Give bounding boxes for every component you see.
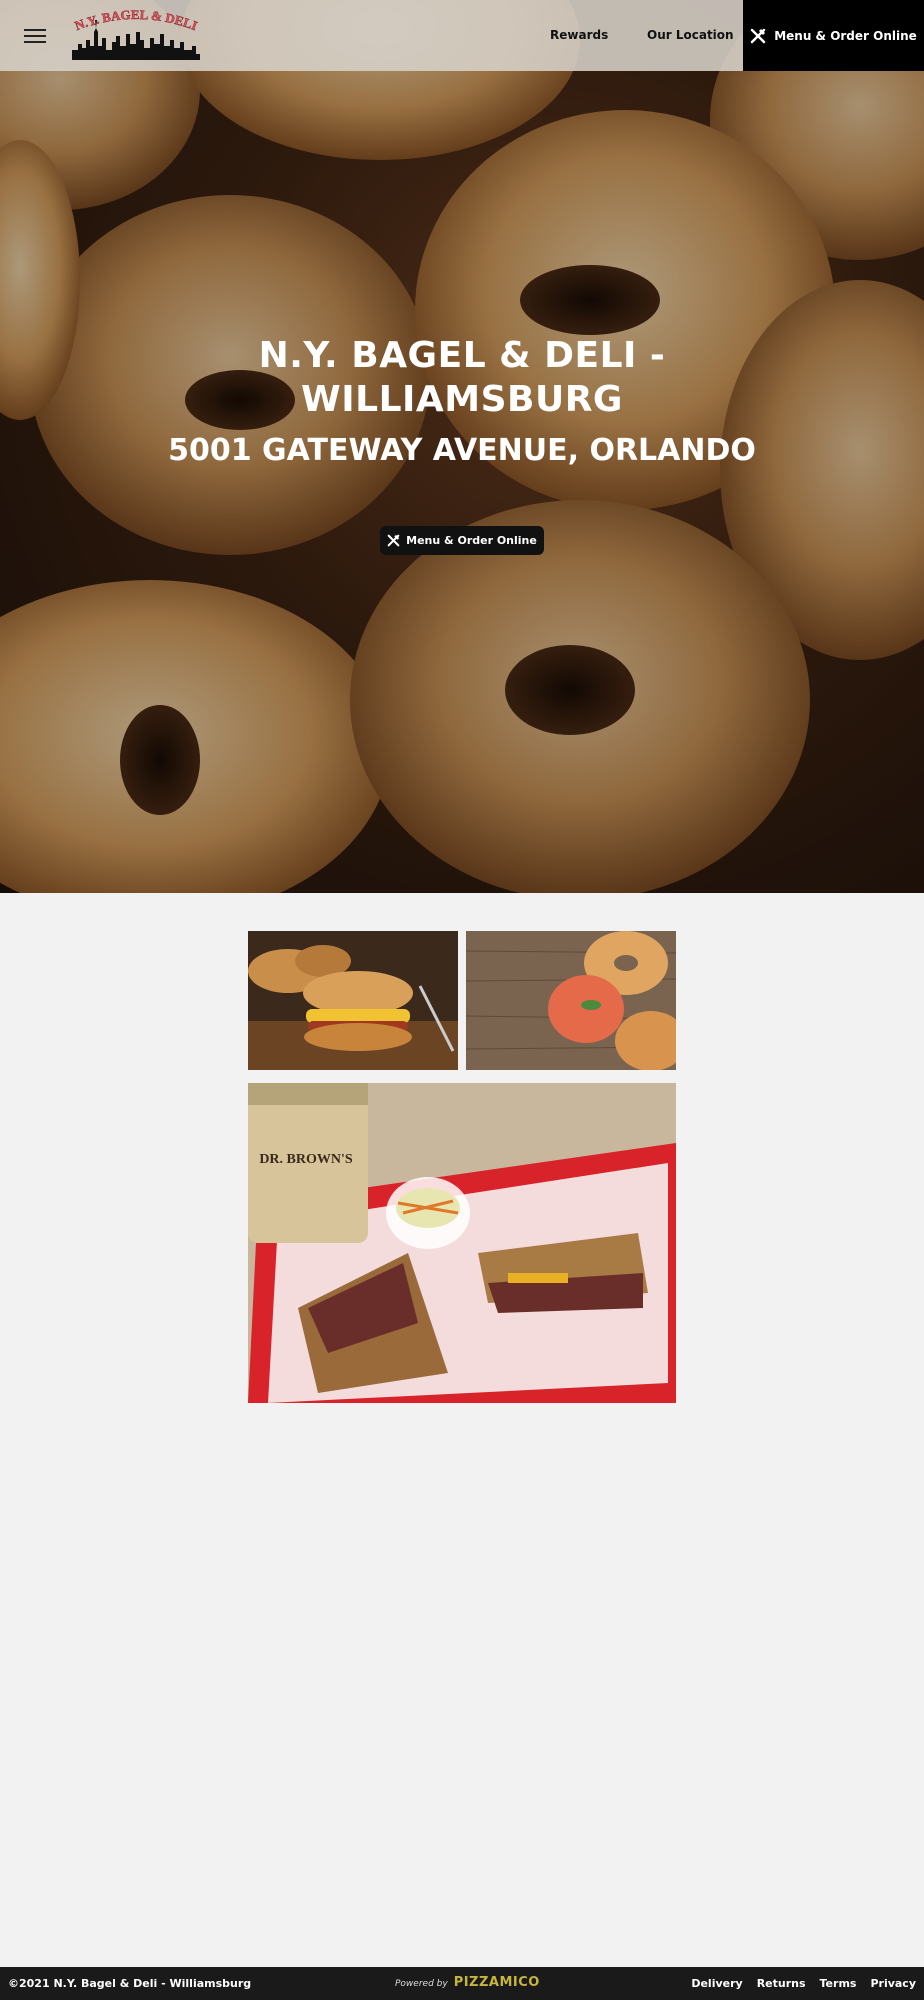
fork-knife-icon [387, 534, 400, 547]
copyright-text: ©2021 N.Y. Bagel & Deli - Williamsburg [8, 1977, 252, 1990]
footer-links: Delivery Returns Terms Privacy [691, 1977, 916, 1990]
footer-link-returns[interactable]: Returns [757, 1977, 806, 1990]
hamburger-icon[interactable] [24, 25, 46, 45]
hero-menu-order-button[interactable]: Menu & Order Online [380, 526, 544, 555]
gallery-image-breakfast-bagel[interactable] [248, 931, 458, 1070]
restaurant-address: 5001 GATEWAY AVENUE, ORLANDO [168, 433, 756, 468]
svg-text:N.Y. BAGEL & DELI: N.Y. BAGEL & DELI [73, 10, 200, 33]
gallery-image-lox-bagel[interactable] [466, 931, 676, 1070]
powered-by-label: Powered by [395, 1979, 448, 1989]
site-footer: ©2021 N.Y. Bagel & Deli - Williamsburg P… [0, 1967, 924, 2000]
pizzamico-logo: PIZZAMICO [453, 1975, 540, 1990]
restaurant-name-heading: N.Y. BAGEL & DELI - WILLIAMSBURG [258, 335, 666, 420]
can-label-text: DR. BROWN'S [259, 1152, 353, 1167]
fork-knife-icon [751, 28, 766, 43]
powered-by-link[interactable]: Powered by PIZZAMICO [395, 1975, 540, 1990]
hero-cta-label: Menu & Order Online [406, 534, 537, 547]
footer-link-terms[interactable]: Terms [820, 1977, 857, 1990]
skyline-logo-icon: N.Y. BAGEL & DELI [72, 7, 200, 60]
nav-link-rewards[interactable]: Rewards [550, 28, 608, 42]
gallery-image-reuben-sandwich[interactable]: DR. BROWN'S [248, 1083, 676, 1403]
header-menu-order-button[interactable]: Menu & Order Online [743, 0, 924, 71]
footer-link-privacy[interactable]: Privacy [870, 1977, 916, 1990]
header-cta-label: Menu & Order Online [774, 28, 917, 43]
footer-link-delivery[interactable]: Delivery [691, 1977, 742, 1990]
site-logo[interactable]: N.Y. BAGEL & DELI [70, 7, 202, 62]
nav-link-our-location[interactable]: Our Location [647, 28, 734, 42]
page: N.Y. BAGEL & DELI Rewards Our Location M… [0, 0, 924, 2000]
site-header: N.Y. BAGEL & DELI Rewards Our Location M… [0, 0, 924, 71]
